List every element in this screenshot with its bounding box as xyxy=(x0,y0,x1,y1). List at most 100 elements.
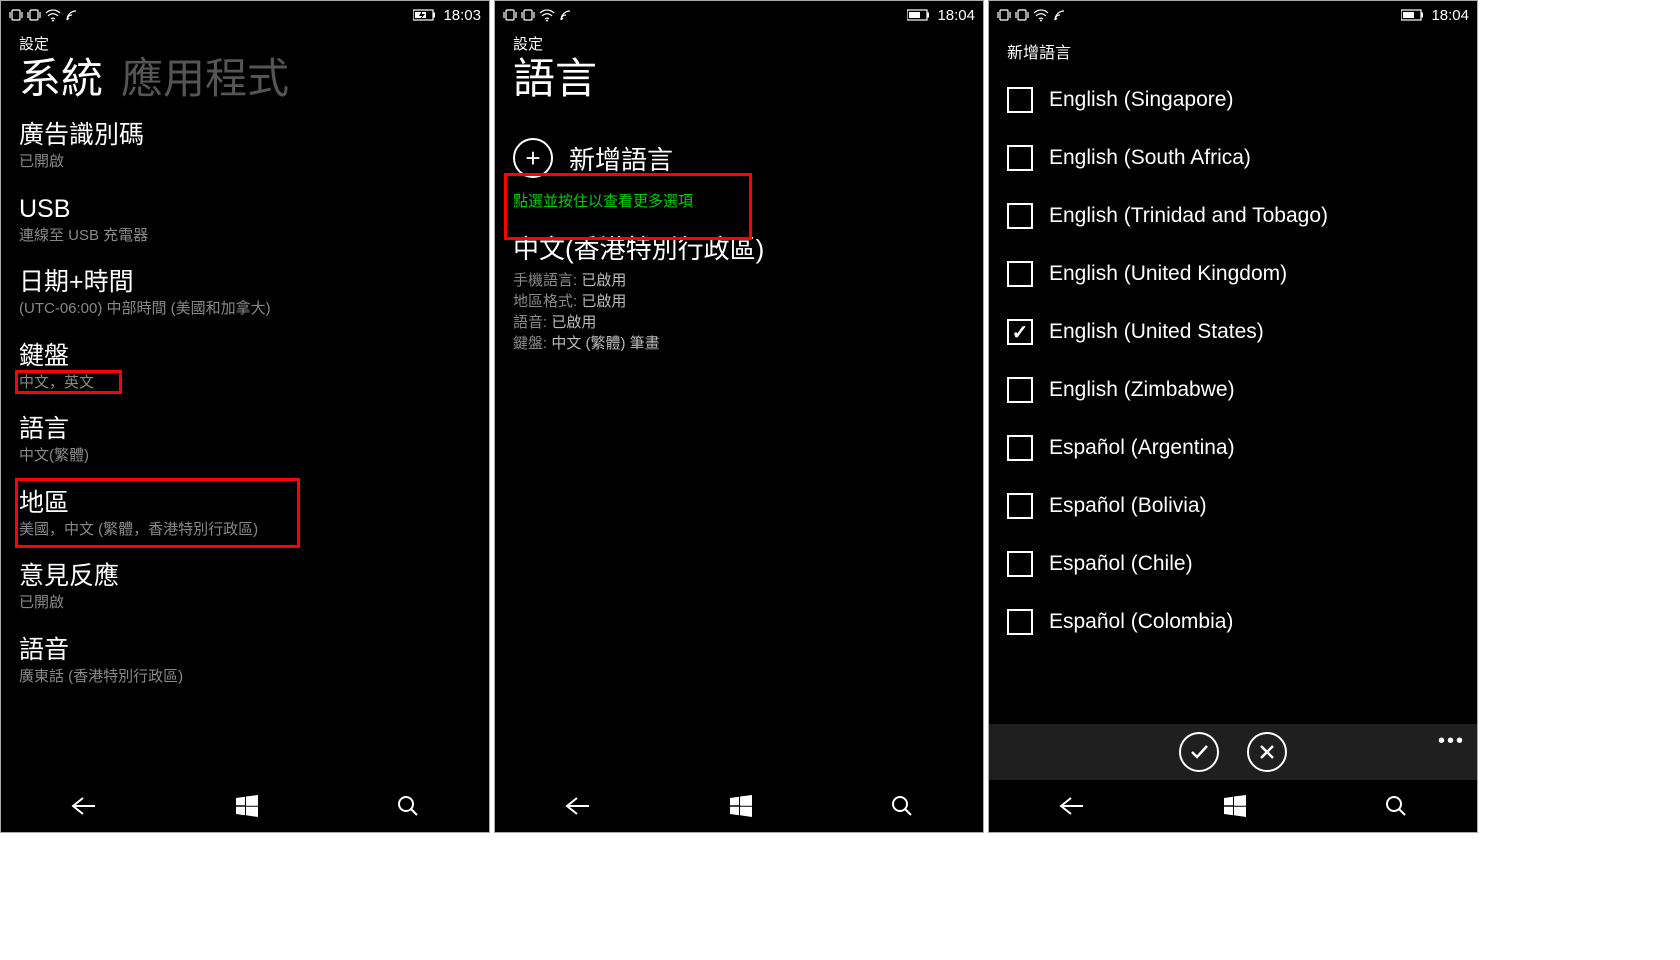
language-name: English (Trinidad and Tobago) xyxy=(1049,204,1328,228)
navigation-bar xyxy=(1,780,489,832)
vibrate-icon-2 xyxy=(27,8,41,22)
page-title: 語言 xyxy=(513,56,965,102)
status-bar: 18:04 xyxy=(989,1,1477,29)
vibrate-icon xyxy=(503,8,517,22)
language-detail-row: 語音: 已啟用 xyxy=(513,312,965,333)
language-option[interactable]: English (United Kingdom) xyxy=(1007,261,1459,287)
checkbox-icon[interactable] xyxy=(1007,87,1033,113)
language-option[interactable]: English (Singapore) xyxy=(1007,87,1459,113)
setting-title: 語音 xyxy=(19,635,471,665)
language-option[interactable]: Español (Bolivia) xyxy=(1007,493,1459,519)
vibrate-icon-2 xyxy=(521,8,535,22)
language-option[interactable]: English (United States) xyxy=(1007,319,1459,345)
start-button[interactable] xyxy=(1224,795,1246,817)
battery-icon xyxy=(1401,9,1425,21)
language-option[interactable]: English (South Africa) xyxy=(1007,145,1459,171)
setting-item-speech[interactable]: 語音 廣東話 (香港特別行政區) xyxy=(19,635,471,687)
setting-sub: 已開啟 xyxy=(19,593,471,613)
back-button[interactable] xyxy=(71,796,97,816)
setting-item-usb[interactable]: USB 連線至 USB 充電器 xyxy=(19,194,471,246)
checkbox-icon[interactable] xyxy=(1007,551,1033,577)
setting-title: 鍵盤 xyxy=(19,341,471,371)
status-bar: 18:03 xyxy=(1,1,489,29)
pivot-tabs: 系統 應用程式 xyxy=(19,56,471,102)
setting-sub: 美國，中文 (繁體，香港特別行政區) xyxy=(19,520,471,540)
phone-screen-3: 18:04 新增語言 English (Singapore) English (… xyxy=(988,0,1478,833)
back-button[interactable] xyxy=(1059,796,1085,816)
checkbox-icon[interactable] xyxy=(1007,435,1033,461)
plus-icon: + xyxy=(513,138,553,178)
hint-text: 點選並按住以查看更多選項 xyxy=(513,190,965,211)
wifi-icon xyxy=(45,8,61,22)
language-name: Español (Chile) xyxy=(1049,552,1193,576)
setting-title: 廣告識別碼 xyxy=(19,120,471,150)
more-icon[interactable]: ••• xyxy=(1438,730,1465,753)
checkbox-icon[interactable] xyxy=(1007,145,1033,171)
pivot-tab-apps[interactable]: 應用程式 xyxy=(121,56,289,102)
checkbox-icon[interactable] xyxy=(1007,261,1033,287)
battery-icon xyxy=(907,9,931,21)
setting-item-ad-id[interactable]: 廣告識別碼 已開啟 xyxy=(19,120,471,172)
setting-sub: 廣東話 (香港特別行政區) xyxy=(19,667,471,687)
language-name: English (Zimbabwe) xyxy=(1049,378,1235,402)
setting-item-language[interactable]: 語言 中文(繁體) xyxy=(19,414,471,466)
status-time: 18:04 xyxy=(1431,7,1469,24)
language-name: English (South Africa) xyxy=(1049,146,1251,170)
start-button[interactable] xyxy=(730,795,752,817)
wifi-icon xyxy=(1033,8,1049,22)
add-language-label: 新增語言 xyxy=(569,140,673,177)
checkbox-icon[interactable] xyxy=(1007,609,1033,635)
wifi-icon xyxy=(539,8,555,22)
phone-screen-1: 18:03 設定 系統 應用程式 廣告識別碼 已開啟 USB 連線至 USB 充… xyxy=(0,0,490,833)
breadcrumb: 設定 xyxy=(513,33,965,54)
confirm-button[interactable] xyxy=(1179,732,1219,772)
status-time: 18:03 xyxy=(443,7,481,24)
start-button[interactable] xyxy=(236,795,258,817)
search-button[interactable] xyxy=(891,795,913,817)
language-detail-row: 地區格式: 已啟用 xyxy=(513,291,965,312)
battery-charging-icon xyxy=(413,9,437,21)
setting-title: 意見反應 xyxy=(19,561,471,591)
setting-sub: 中文，英文 xyxy=(19,373,471,393)
checkbox-icon[interactable] xyxy=(1007,493,1033,519)
setting-title: 地區 xyxy=(19,488,471,518)
language-name: English (United Kingdom) xyxy=(1049,262,1287,286)
language-checklist: English (Singapore) English (South Afric… xyxy=(1007,73,1459,635)
navigation-bar xyxy=(989,780,1477,832)
app-bar: ••• xyxy=(989,724,1477,780)
vibrate-icon xyxy=(997,8,1011,22)
language-option[interactable]: Español (Chile) xyxy=(1007,551,1459,577)
roaming-icon xyxy=(559,8,573,22)
setting-title: USB xyxy=(19,194,471,224)
language-name: Español (Bolivia) xyxy=(1049,494,1207,518)
setting-title: 日期+時間 xyxy=(19,267,471,297)
language-option[interactable]: Español (Colombia) xyxy=(1007,609,1459,635)
language-option[interactable]: Español (Argentina) xyxy=(1007,435,1459,461)
roaming-icon xyxy=(1053,8,1067,22)
setting-item-region[interactable]: 地區 美國，中文 (繁體，香港特別行政區) xyxy=(19,488,471,540)
language-name: Español (Argentina) xyxy=(1049,436,1235,460)
language-block[interactable]: 中文(香港特別行政區) 手機語言: 已啟用 地區格式: 已啟用 語音: 已啟用 … xyxy=(513,229,965,354)
setting-sub: (UTC-06:00) 中部時間 (美國和加拿大) xyxy=(19,299,471,319)
setting-item-datetime[interactable]: 日期+時間 (UTC-06:00) 中部時間 (美國和加拿大) xyxy=(19,267,471,319)
language-detail-row: 鍵盤: 中文 (繁體) 筆畫 xyxy=(513,333,965,354)
pivot-tab-system[interactable]: 系統 xyxy=(19,56,103,102)
page-title: 新增語言 xyxy=(1007,39,1459,63)
back-button[interactable] xyxy=(565,796,591,816)
search-button[interactable] xyxy=(397,795,419,817)
setting-item-feedback[interactable]: 意見反應 已開啟 xyxy=(19,561,471,613)
search-button[interactable] xyxy=(1385,795,1407,817)
setting-title: 語言 xyxy=(19,414,471,444)
language-option[interactable]: English (Zimbabwe) xyxy=(1007,377,1459,403)
navigation-bar xyxy=(495,780,983,832)
checkbox-icon[interactable] xyxy=(1007,203,1033,229)
add-language-button[interactable]: + 新增語言 xyxy=(513,130,965,186)
setting-sub: 已開啟 xyxy=(19,152,471,172)
cancel-button[interactable] xyxy=(1247,732,1287,772)
language-detail-row: 手機語言: 已啟用 xyxy=(513,270,965,291)
setting-sub: 中文(繁體) xyxy=(19,446,471,466)
language-option[interactable]: English (Trinidad and Tobago) xyxy=(1007,203,1459,229)
checkbox-icon[interactable] xyxy=(1007,377,1033,403)
setting-item-keyboard[interactable]: 鍵盤 中文，英文 xyxy=(19,341,471,393)
checkbox-icon[interactable] xyxy=(1007,319,1033,345)
